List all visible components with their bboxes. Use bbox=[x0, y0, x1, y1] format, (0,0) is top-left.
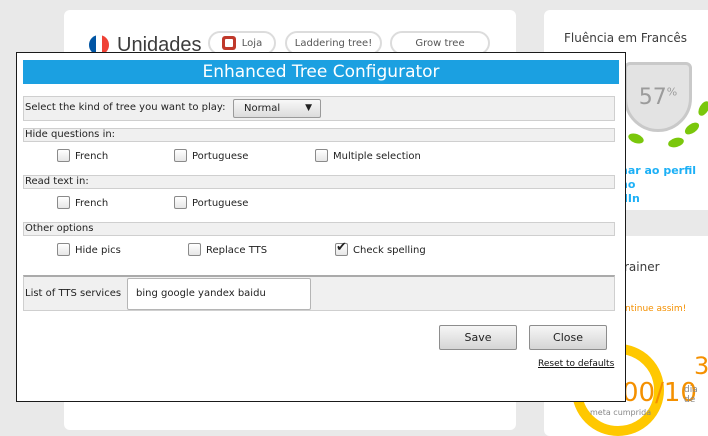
laddering-tree-label: Laddering tree! bbox=[294, 37, 373, 49]
checkbox-box[interactable] bbox=[57, 149, 70, 162]
hide-questions-header: Hide questions in: bbox=[23, 128, 615, 142]
checkbox-box[interactable] bbox=[315, 149, 328, 162]
link-profile[interactable]: nar ao perfil no dIn bbox=[620, 164, 708, 206]
tts-services-label: List of TTS services bbox=[25, 288, 122, 299]
trainer-note: ntinue assim! bbox=[625, 304, 687, 314]
daily-goal-label: meta cumprida bbox=[590, 408, 652, 417]
checkbox-box[interactable] bbox=[188, 243, 201, 256]
tts-services-input[interactable]: bing google yandex baidu bbox=[127, 278, 311, 310]
grow-tree-label: Grow tree bbox=[415, 37, 465, 49]
streak-label: dia de bbox=[684, 385, 698, 405]
checkbox-checked-box[interactable] bbox=[335, 240, 348, 256]
streak-value: 3 bbox=[694, 352, 708, 380]
read-text-header: Read text in: bbox=[23, 175, 615, 189]
close-button[interactable]: Close bbox=[529, 325, 607, 350]
hide-questions-multiple-selection-checkbox[interactable]: Multiple selection bbox=[315, 149, 421, 162]
tree-kind-label: Select the kind of tree you want to play… bbox=[25, 102, 226, 113]
shop-icon bbox=[221, 36, 236, 50]
read-text-portuguese-checkbox[interactable]: Portuguese bbox=[174, 196, 248, 209]
tree-configurator-dialog: Enhanced Tree Configurator Select the ki… bbox=[16, 52, 626, 402]
hide-questions-portuguese-checkbox[interactable]: Portuguese bbox=[174, 149, 248, 162]
tree-kind-row: Select the kind of tree you want to play… bbox=[23, 96, 615, 121]
checkbox-box[interactable] bbox=[57, 196, 70, 209]
fluency-title: Fluência em Francês bbox=[564, 31, 687, 45]
fluency-percent: 57% bbox=[638, 84, 678, 110]
trainer-title: rainer bbox=[624, 260, 660, 274]
shop-label: Loja bbox=[241, 37, 263, 49]
tts-services-row: List of TTS services bing google yandex … bbox=[23, 275, 615, 311]
other-options-header: Other options bbox=[23, 222, 615, 236]
dialog-title: Enhanced Tree Configurator bbox=[23, 60, 619, 84]
hide-questions-french-checkbox[interactable]: French bbox=[57, 149, 108, 162]
checkbox-box[interactable] bbox=[57, 243, 70, 256]
chevron-down-icon: ▼ bbox=[305, 103, 312, 113]
replace-tts-checkbox[interactable]: Replace TTS bbox=[188, 243, 267, 256]
hide-pics-checkbox[interactable]: Hide pics bbox=[57, 243, 121, 256]
reset-to-defaults-link[interactable]: Reset to defaults bbox=[538, 359, 614, 369]
tree-kind-select[interactable]: Normal ▼ bbox=[233, 99, 321, 118]
checkbox-box[interactable] bbox=[174, 149, 187, 162]
checkbox-box[interactable] bbox=[174, 196, 187, 209]
fluency-shield-icon: 57% bbox=[624, 62, 692, 132]
read-text-french-checkbox[interactable]: French bbox=[57, 196, 108, 209]
save-button[interactable]: Save bbox=[439, 325, 517, 350]
check-spelling-checkbox[interactable]: Check spelling bbox=[335, 240, 426, 256]
